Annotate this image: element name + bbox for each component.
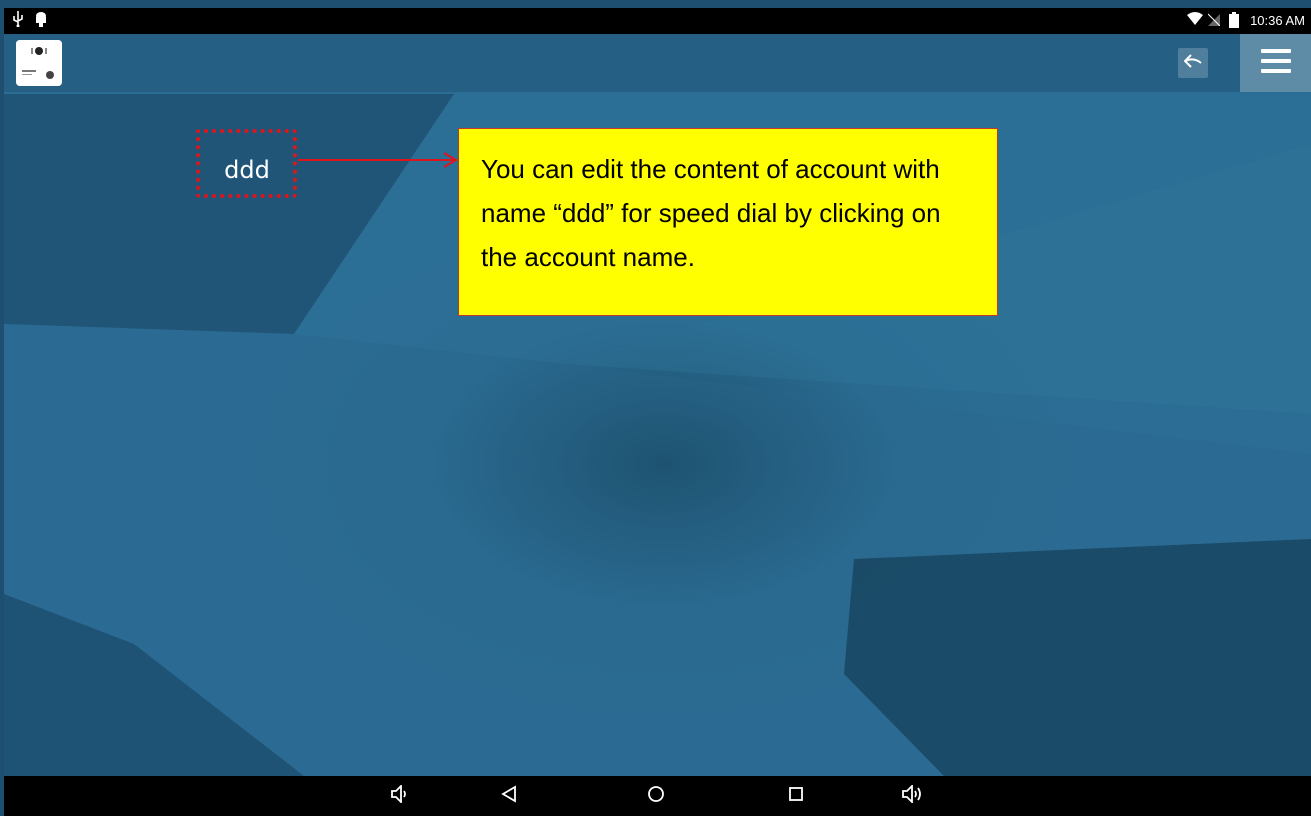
annotation-arrow — [298, 152, 458, 168]
hamburger-menu-icon — [1260, 48, 1291, 78]
volume-down-button[interactable] — [387, 783, 413, 808]
android-debug-icon — [34, 11, 48, 27]
reply-button[interactable] — [1178, 48, 1208, 78]
usb-icon — [12, 11, 26, 28]
tablet-screen: 10:36 AM ddd You can edit the content of… — [0, 0, 1311, 816]
navigation-bar — [4, 776, 1311, 816]
callout-text: You can edit the content of account with… — [481, 154, 941, 272]
wifi-icon — [1187, 12, 1204, 28]
battery-icon — [1229, 12, 1243, 28]
status-time: 10:36 AM — [1250, 12, 1305, 28]
app-top-bar — [4, 34, 1311, 92]
annotation-callout: You can edit the content of account with… — [458, 128, 998, 316]
reply-icon — [1183, 53, 1202, 73]
home-button[interactable] — [643, 784, 669, 808]
volume-up-icon — [901, 783, 925, 808]
volume-up-button[interactable] — [900, 783, 926, 808]
recents-square-icon — [788, 786, 804, 807]
no-sim-icon — [1207, 12, 1222, 28]
account-name-ddd[interactable]: ddd — [202, 150, 292, 190]
home-circle-icon — [647, 785, 665, 808]
volume-down-icon — [390, 783, 410, 808]
back-triangle-icon — [501, 784, 517, 808]
status-left-icons — [12, 11, 48, 28]
hamburger-menu-button[interactable] — [1240, 34, 1311, 92]
recents-button[interactable] — [783, 784, 809, 808]
status-right-icons: 10:36 AM — [1187, 12, 1305, 28]
status-bar: 10:36 AM — [4, 8, 1311, 34]
back-button[interactable] — [496, 784, 522, 808]
app-logo-icon[interactable] — [16, 40, 62, 86]
